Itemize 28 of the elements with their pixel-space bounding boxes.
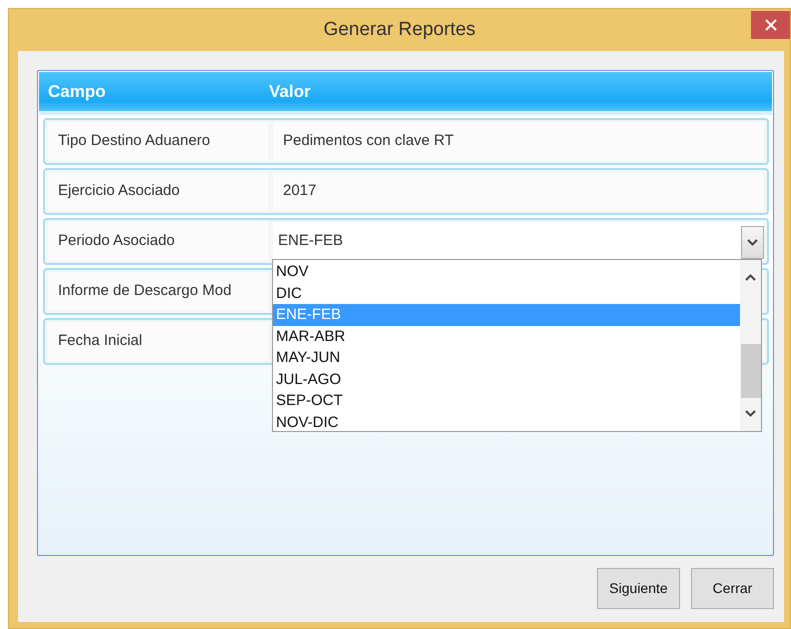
close-icon (764, 19, 776, 31)
column-header: Campo (47, 80, 107, 103)
field-label: Fecha Inicial (48, 322, 268, 361)
chevron-down-icon (745, 410, 756, 418)
dialog-button[interactable]: Siguiente (597, 568, 680, 609)
dropdown-option[interactable]: SEP-OCT (273, 390, 740, 412)
scrollbar-thumb[interactable] (740, 344, 760, 398)
dropdown-option[interactable]: JUL-AGO (273, 368, 740, 390)
dropdown-button[interactable] (741, 226, 764, 259)
column-header: Valor (269, 80, 311, 103)
dropdown-option[interactable]: MAR-ABR (273, 326, 740, 347)
value-field[interactable]: 2017 (273, 172, 764, 211)
field-label: Periodo Asociado (48, 222, 268, 261)
close-button[interactable] (751, 11, 790, 39)
field-label: Ejercicio Asociado (48, 172, 268, 211)
dialog-button[interactable]: Cerrar (691, 568, 774, 609)
chevron-up-icon (745, 274, 756, 281)
dropdown-option[interactable]: NOV (273, 261, 740, 282)
scrollbar[interactable] (740, 260, 761, 431)
window-title: Generar Reportes (323, 18, 476, 42)
dropdown-option[interactable]: NOV-DIC (273, 412, 740, 433)
field-label: Tipo Destino Aduanero (48, 122, 268, 161)
value-field[interactable]: Pedimentos con clave RT (273, 122, 764, 161)
field-label: Informe de Descargo Mod (48, 272, 268, 311)
combo-value: ENE-FEB (278, 231, 344, 252)
chevron-down-icon (747, 239, 758, 246)
dropdown-option[interactable]: MAY-JUN (273, 347, 740, 368)
dropdown-option[interactable]: DIC (273, 282, 740, 304)
